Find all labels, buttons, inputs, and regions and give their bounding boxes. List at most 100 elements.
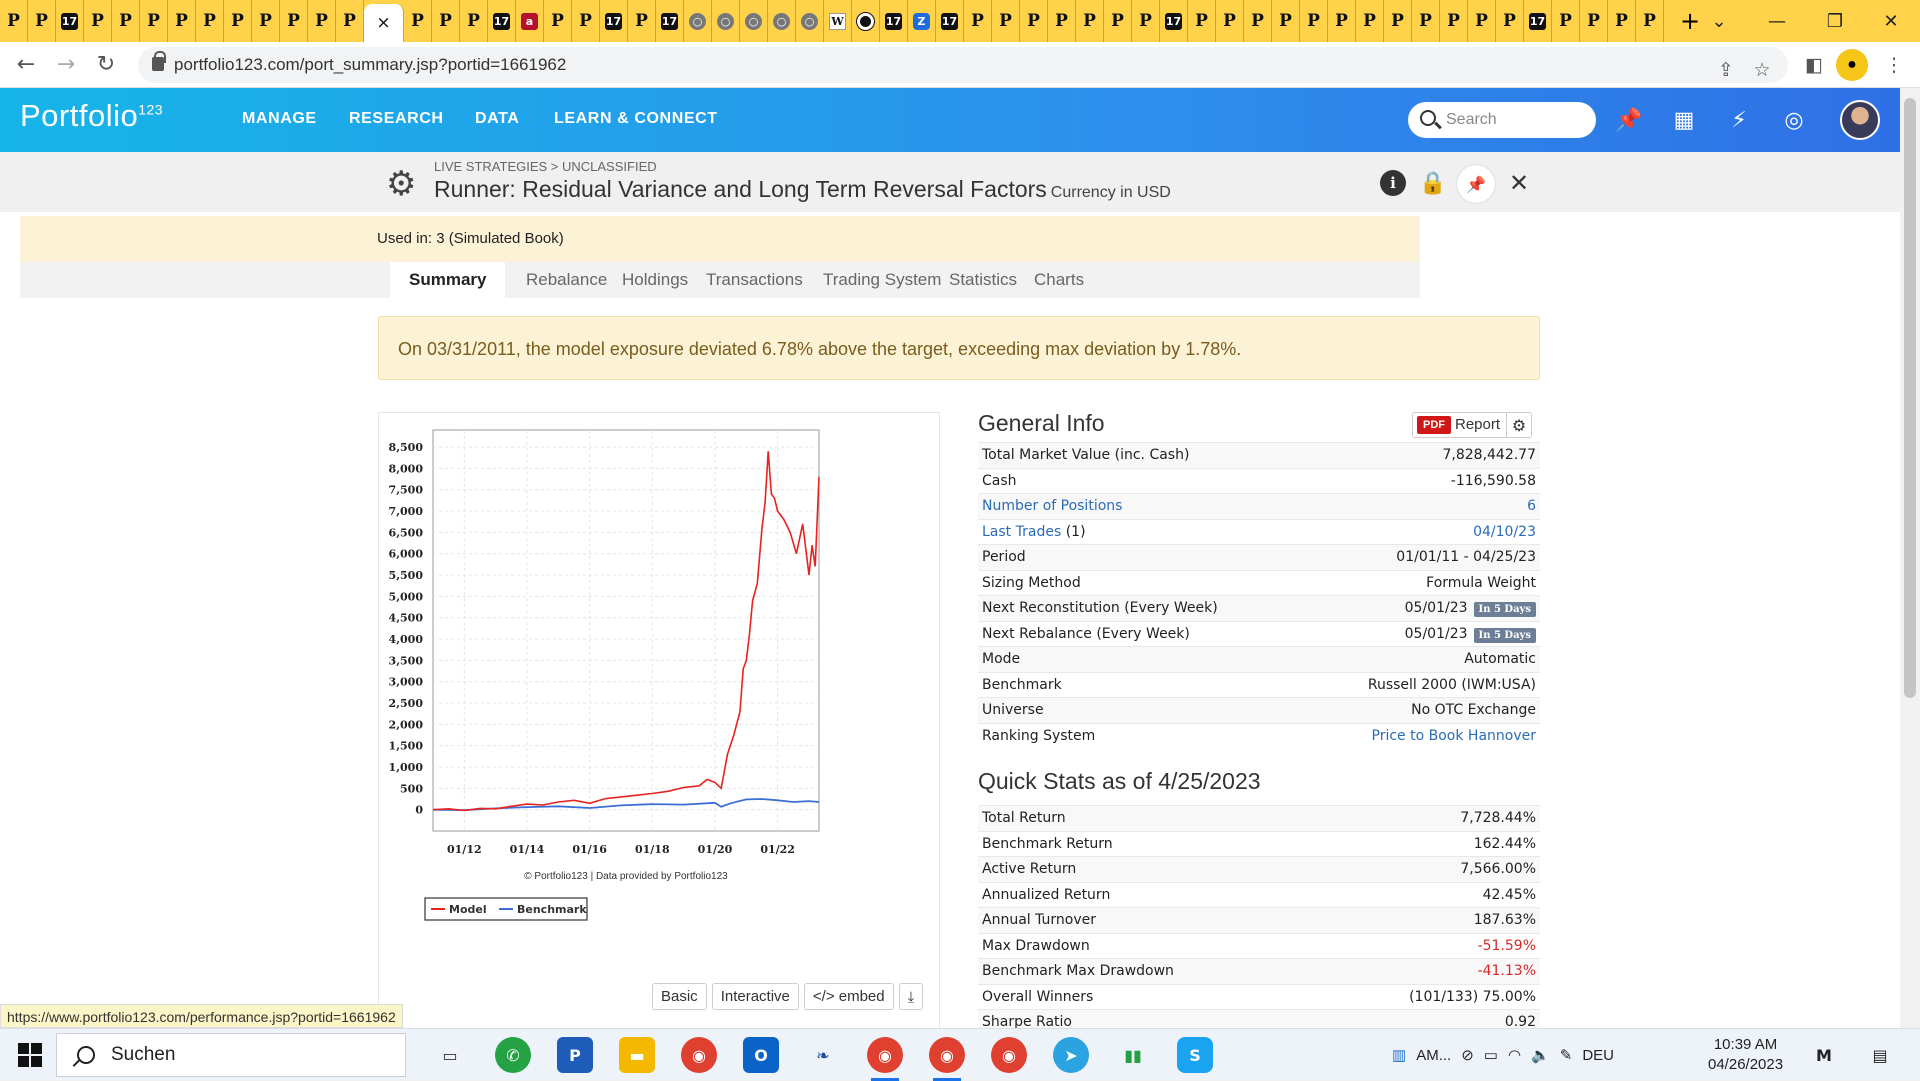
browser-tab[interactable]: P [196,0,224,42]
browser-tab[interactable]: a [516,0,544,42]
browser-tab[interactable]: P [1636,0,1664,42]
browser-tab[interactable]: P [1412,0,1440,42]
browser-tab[interactable]: P [992,0,1020,42]
close-icon[interactable]: ✕ [1506,169,1532,197]
back-icon[interactable]: ← [6,45,46,85]
browser-tab[interactable]: P [1608,0,1636,42]
tab-charts[interactable]: Charts [1015,262,1103,298]
browser-tab[interactable]: P [1496,0,1524,42]
nav-learn-connect[interactable]: LEARN & CONNECT [554,110,718,128]
browser-tab[interactable]: P [0,0,28,42]
browser-tab[interactable]: P [432,0,460,42]
settings-gear-icon[interactable]: ⚙ [386,164,416,204]
browser-tab[interactable]: P [1300,0,1328,42]
taskbar-search[interactable]: Suchen [56,1033,406,1077]
browser-tab[interactable]: Z [908,0,936,42]
tab-transactions[interactable]: Transactions [687,262,822,298]
tab-summary[interactable]: Summary [390,262,506,298]
breadcrumb[interactable]: LIVE STRATEGIES > UNCLASSIFIED [434,159,657,174]
interactive-button[interactable]: Interactive [711,983,799,1010]
active-tab-close-icon[interactable]: × [364,4,404,42]
portfolio123-logo[interactable]: Portfolio123 [20,98,163,134]
help-lifebuoy-icon[interactable]: ◎ [1778,104,1810,136]
telegram-icon[interactable]: ➤ [1053,1037,1089,1073]
browser-tab[interactable]: P [572,0,600,42]
browser-tab[interactable]: P [1104,0,1132,42]
browser-tab[interactable]: 17 [488,0,516,42]
browser-tab[interactable]: 17 [656,0,684,42]
chrome-icon[interactable]: ◉ [681,1037,717,1073]
row-value[interactable]: 04/10/23 [1473,524,1536,540]
browser-tab[interactable]: P [1076,0,1104,42]
browser-tab[interactable]: P [1468,0,1496,42]
app-tray-icon[interactable]: ▥ [1392,1046,1406,1064]
pen-icon[interactable]: ✎ [1560,1046,1573,1064]
browser-tab[interactable]: P [1552,0,1580,42]
browser-tab[interactable]: P [628,0,656,42]
row-value[interactable]: 6 [1527,498,1536,514]
reload-icon[interactable]: ↻ [86,45,126,85]
browser-tab[interactable]: P [1440,0,1468,42]
browser-tab[interactable]: ○ [712,0,740,42]
ms-project-icon[interactable]: P [557,1037,593,1073]
browser-tab[interactable]: P [1048,0,1076,42]
volume-icon[interactable]: 🔈 [1531,1046,1550,1064]
row-value[interactable]: Price to Book Hannover [1372,728,1536,744]
browser-tab[interactable]: P [84,0,112,42]
browser-tab[interactable]: P [1244,0,1272,42]
browser-tab[interactable]: ○ [740,0,768,42]
outlook-icon[interactable]: O [743,1037,779,1073]
browser-tab[interactable]: P [308,0,336,42]
url-field[interactable]: portfolio123.com/port_summary.jsp?portid… [138,47,1788,83]
task-view-icon[interactable]: ▭ [432,1037,468,1073]
whatsapp-icon[interactable]: ✆ [495,1037,531,1073]
browser-tab[interactable]: P [1020,0,1048,42]
chrome-icon-2[interactable]: ◉ [867,1037,903,1081]
report-settings-icon[interactable]: ⚙ [1507,416,1531,435]
file-explorer-icon[interactable]: ▬ [619,1037,655,1073]
browser-tab[interactable]: P [28,0,56,42]
notifications-icon[interactable]: ▤ [1862,1037,1898,1073]
app-leaf-icon[interactable]: ❧ [805,1037,841,1073]
browser-tab[interactable]: P [1272,0,1300,42]
browser-tab[interactable]: P [1384,0,1412,42]
browser-tab[interactable]: 17 [600,0,628,42]
lock-icon[interactable]: 🔒 [1419,170,1446,196]
pin-icon[interactable]: 📌 [1613,104,1645,136]
embed-button[interactable]: </> embed [803,983,894,1010]
search-input[interactable]: Search [1408,102,1596,138]
close-window-icon[interactable]: ✕ [1862,0,1920,42]
user-avatar[interactable] [1840,100,1880,140]
browser-tab[interactable]: P [1328,0,1356,42]
browser-tab[interactable]: 17 [56,0,84,42]
browser-tab[interactable]: W [824,0,852,42]
browser-tab[interactable]: ○ [768,0,796,42]
forward-icon[interactable]: → [46,45,86,85]
wifi-icon[interactable]: ◠ [1508,1046,1521,1064]
basic-button[interactable]: Basic [652,983,707,1010]
browser-tab[interactable]: ○ [796,0,824,42]
pin-button[interactable]: 📌 [1456,164,1496,204]
windows-start-icon[interactable] [18,1043,42,1067]
browser-tab[interactable]: P [544,0,572,42]
taskbar-clock[interactable]: 10:39 AM 04/26/2023 [1708,1035,1783,1075]
tray-app-label[interactable]: AM... [1416,1047,1451,1064]
share-icon[interactable]: ⇪ [1708,52,1744,88]
browser-tab[interactable]: P [336,0,364,42]
info-icon[interactable]: i [1380,170,1406,196]
report-button[interactable]: PDF Report ⚙ [1412,412,1533,438]
nav-research[interactable]: RESEARCH [349,110,444,128]
tab-search-icon[interactable]: ⌄ [1690,0,1748,42]
browser-tab[interactable]: P [252,0,280,42]
browser-tab[interactable]: 17 [1160,0,1188,42]
battery-icon[interactable]: ▭ [1484,1046,1498,1064]
browser-tab[interactable]: 17 [936,0,964,42]
browser-tab[interactable]: ● [852,0,880,42]
chrome-icon-3[interactable]: ◉ [929,1037,965,1081]
browser-tab[interactable]: P [140,0,168,42]
skype-icon[interactable]: S [1177,1037,1213,1073]
chrome-icon-4[interactable]: ◉ [991,1037,1027,1073]
browser-tab[interactable]: ○ [684,0,712,42]
browser-tab[interactable]: P [460,0,488,42]
security-icon[interactable]: ⊘ [1461,1046,1474,1064]
